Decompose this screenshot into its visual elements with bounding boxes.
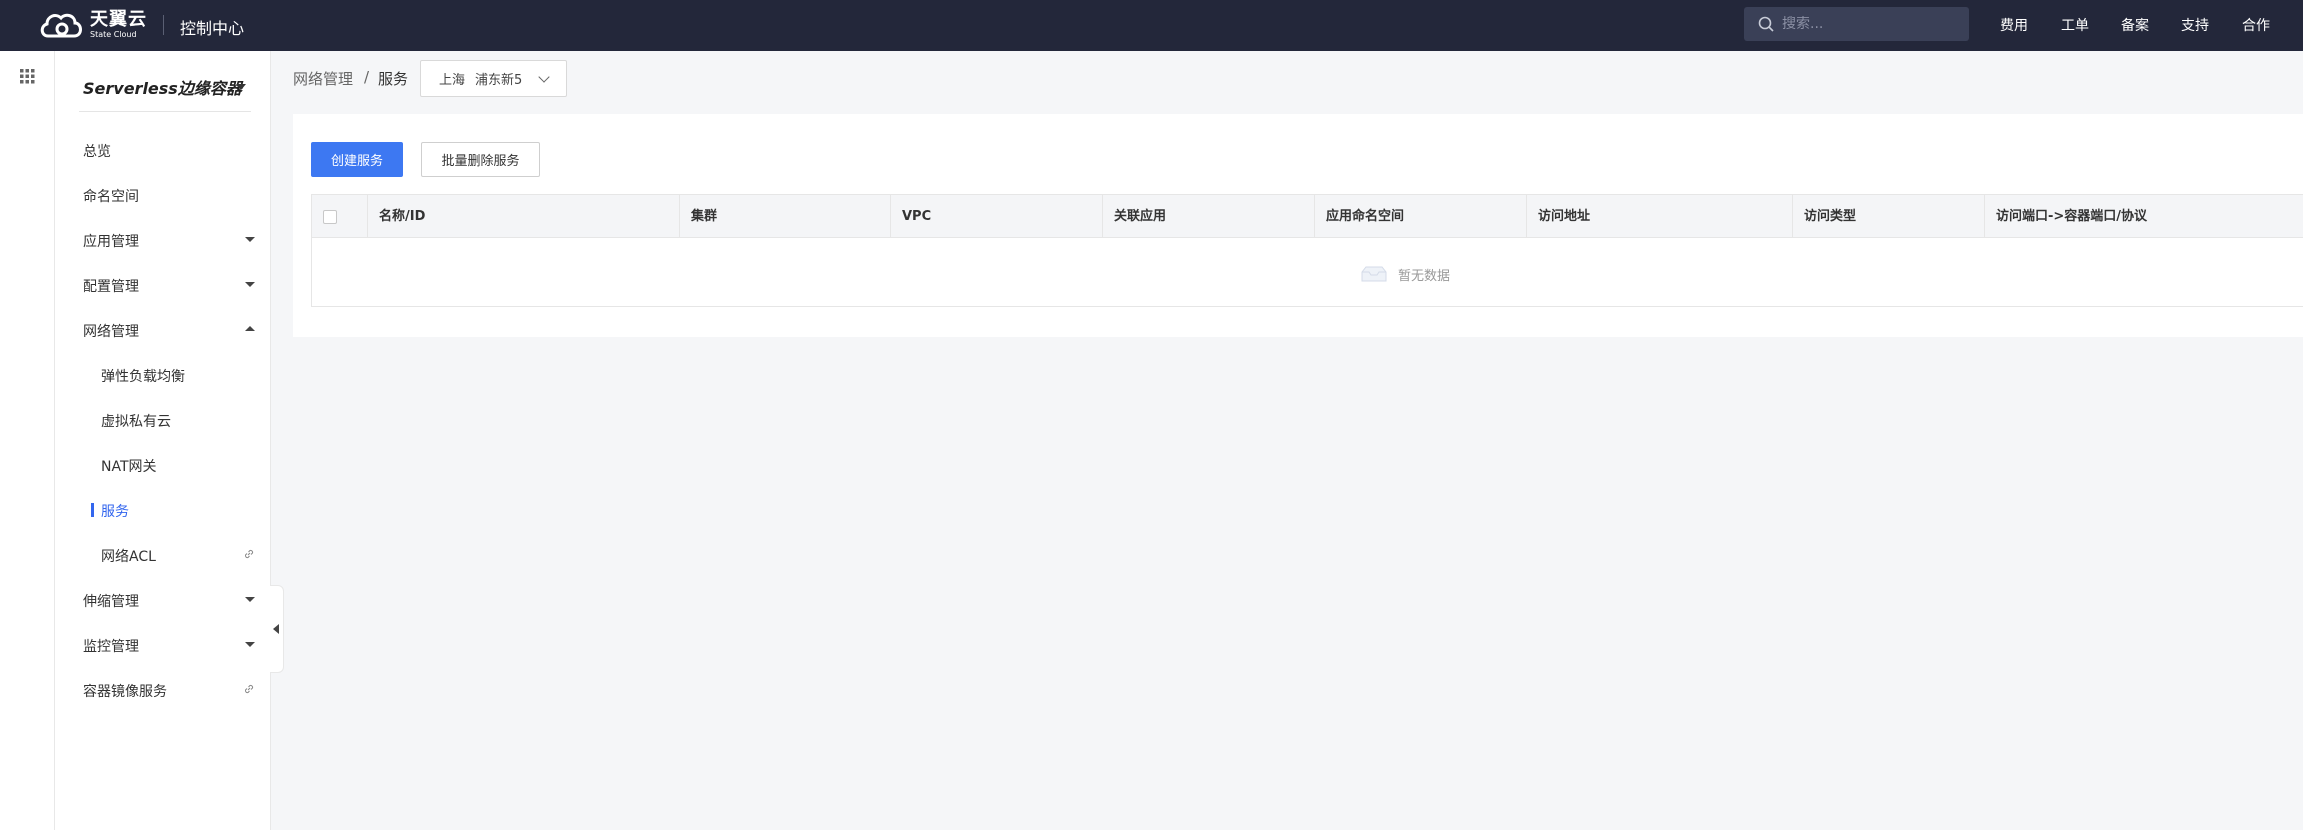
column-header-linked-app[interactable]: 关联应用 [1102, 195, 1314, 238]
empty-text: 暂无数据 [1398, 268, 1451, 284]
table-header: 名称/ID 集群 VPC 关联应用 应用命名空间 访问地址 访问类型 访问端口-… [312, 195, 2303, 238]
select-all-cell [312, 195, 367, 238]
sidebar-item-vpc[interactable]: 虚拟私有云 [101, 411, 171, 431]
divider [163, 15, 164, 35]
column-header-app-namespace[interactable]: 应用命名空间 [1314, 195, 1526, 238]
search-icon [1758, 16, 1774, 32]
apps-grid-icon[interactable] [20, 69, 35, 84]
logo-subtext: State Cloud [90, 30, 137, 39]
breadcrumb-parent[interactable]: 网络管理 [293, 68, 353, 89]
services-table: 名称/ID 集群 VPC 关联应用 应用命名空间 访问地址 访问类型 访问端口-… [311, 194, 2303, 307]
search-box[interactable] [1744, 7, 1969, 41]
sidebar-item-services[interactable]: 服务 [101, 501, 129, 521]
nav-tickets[interactable]: 工单 [2061, 15, 2089, 35]
select-all-checkbox[interactable] [323, 210, 337, 224]
triangle-down-icon[interactable] [245, 597, 255, 602]
product-rail [0, 51, 55, 830]
batch-delete-button[interactable]: 批量删除服务 [421, 142, 540, 177]
top-navigation-bar: 天翼云 State Cloud 控制中心 费用 工单 备案 支持 合作 [0, 0, 2303, 51]
triangle-down-icon[interactable] [245, 237, 255, 242]
region-city: 上海 [439, 73, 466, 88]
column-header-access-address[interactable]: 访问地址 [1526, 195, 1792, 238]
sidebar-item-network-acl[interactable]: 网络ACL [101, 546, 156, 566]
logo-text: 天翼云 [90, 9, 147, 30]
empty-box-icon [1361, 266, 1387, 282]
sidebar-item-image-registry[interactable]: 容器镜像服务 [83, 681, 167, 701]
nav-support[interactable]: 支持 [2181, 15, 2209, 35]
empty-state: 暂无数据 [1360, 264, 1450, 284]
triangle-down-icon[interactable] [245, 282, 255, 287]
sidebar-title[interactable]: Serverless边缘容器 [83, 75, 242, 99]
logo[interactable]: 天翼云 State Cloud [38, 10, 147, 40]
link-icon [244, 549, 254, 559]
sidebar-item-elb[interactable]: 弹性负载均衡 [101, 366, 185, 386]
column-header-ports[interactable]: 访问端口->容器端口/协议 [1984, 195, 2303, 238]
breadcrumb-separator: / [364, 68, 370, 86]
sidebar-collapse-toggle[interactable] [270, 585, 284, 673]
caret-down-icon[interactable] [236, 84, 246, 90]
column-header-access-type[interactable]: 访问类型 [1792, 195, 1984, 238]
active-indicator [91, 503, 94, 517]
region-selector[interactable]: 上海 浦东新5 [420, 60, 567, 97]
nav-fees[interactable]: 费用 [2000, 15, 2028, 35]
cloud-logo-icon [40, 13, 82, 38]
nav-cooperation[interactable]: 合作 [2242, 15, 2270, 35]
column-header-cluster[interactable]: 集群 [679, 195, 890, 238]
sidebar-item-config-management[interactable]: 配置管理 [83, 276, 139, 296]
services-card: 创建服务 批量删除服务 名称/ID 集群 VPC 关联应用 应用命名空间 访问地… [293, 114, 2303, 337]
column-header-name[interactable]: 名称/ID [367, 195, 679, 238]
sidebar: Serverless边缘容器 总览 命名空间 应用管理 配置管理 网络管理 弹性… [55, 51, 271, 830]
chevron-down-icon [538, 71, 550, 83]
divider [79, 111, 251, 112]
create-service-button[interactable]: 创建服务 [311, 142, 403, 177]
triangle-up-icon[interactable] [245, 326, 255, 331]
nav-filing[interactable]: 备案 [2121, 15, 2149, 35]
sidebar-item-overview[interactable]: 总览 [83, 141, 111, 161]
sidebar-item-scaling[interactable]: 伸缩管理 [83, 591, 139, 611]
region-zone: 浦东新5 [475, 73, 523, 88]
console-title[interactable]: 控制中心 [180, 15, 244, 39]
sidebar-item-namespace[interactable]: 命名空间 [83, 186, 139, 206]
triangle-down-icon[interactable] [245, 642, 255, 647]
link-icon [244, 684, 254, 694]
sidebar-item-network-management[interactable]: 网络管理 [83, 321, 139, 341]
sidebar-item-monitoring[interactable]: 监控管理 [83, 636, 139, 656]
sidebar-item-nat-gateway[interactable]: NAT网关 [101, 456, 157, 476]
search-input[interactable] [1782, 16, 1952, 32]
column-header-vpc[interactable]: VPC [890, 195, 1102, 238]
breadcrumb-current: 服务 [378, 70, 409, 88]
sidebar-item-app-management[interactable]: 应用管理 [83, 231, 139, 251]
